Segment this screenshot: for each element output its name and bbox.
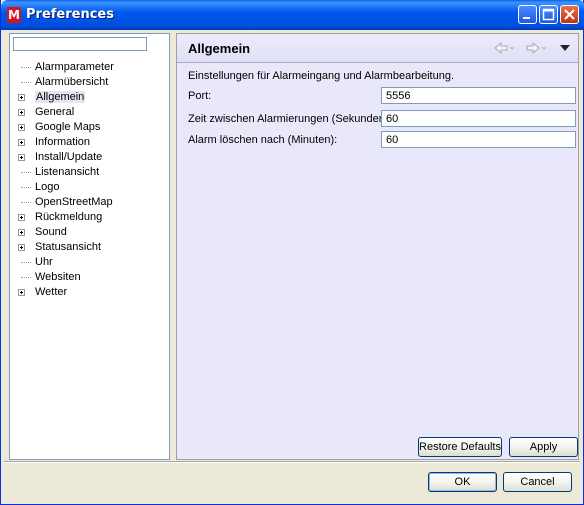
restore-defaults-button[interactable]: Restore Defaults (418, 437, 502, 457)
button-bar-separator (4, 461, 580, 463)
expand-icon[interactable] (18, 154, 25, 161)
tree-item-google-maps[interactable]: Google Maps (10, 120, 169, 135)
port-label: Port: (188, 90, 212, 102)
alarm-interval-label: Zeit zwischen Alarmierungen (Sekunden): (188, 113, 392, 125)
tree-item-label: Listenansicht (35, 166, 100, 178)
dialog-content: Alarmparameter Alarmübersicht Allgemein … (4, 30, 580, 460)
tree-connector (21, 67, 31, 68)
expand-icon[interactable] (18, 229, 25, 236)
tree-item-label: Alarmparameter (35, 61, 114, 73)
tree-item-label: Install/Update (35, 151, 103, 163)
tree-item-label: Google Maps (35, 121, 101, 133)
expand-icon[interactable] (18, 94, 25, 101)
forward-arrow-icon[interactable] (525, 41, 547, 55)
title-bar[interactable]: M Preferences (1, 0, 584, 30)
tree-item-sound[interactable]: Sound (10, 225, 169, 240)
tree-item-uhr[interactable]: Uhr (10, 255, 169, 270)
back-arrow-icon[interactable] (493, 41, 515, 55)
tree-item-label: Alarmübersicht (35, 76, 109, 88)
alarm-delete-label: Alarm löschen nach (Minuten): (188, 134, 338, 146)
expand-icon[interactable] (18, 244, 25, 251)
tree-item-alarmuebersicht[interactable]: Alarmübersicht (10, 75, 169, 90)
ok-button[interactable]: OK (428, 472, 497, 492)
tree-item-information[interactable]: Information (10, 135, 169, 150)
tree-connector (21, 262, 31, 263)
tree-item-label: Information (35, 136, 91, 148)
tree-item-statusansicht[interactable]: Statusansicht (10, 240, 169, 255)
tree-item-label: Websiten (35, 271, 81, 283)
apply-button[interactable]: Apply (509, 437, 578, 457)
filter-input[interactable] (13, 37, 147, 51)
cancel-button[interactable]: Cancel (503, 472, 572, 492)
minimize-button[interactable] (518, 5, 537, 24)
tree-item-label: Rückmeldung (35, 211, 103, 223)
close-button[interactable] (560, 5, 579, 24)
page-description: Einstellungen für Alarmeingang und Alarm… (188, 70, 455, 82)
tree-connector (21, 82, 31, 83)
tree-connector (21, 187, 31, 188)
preference-page: Allgemein Einstellungen für Alarmeingang… (176, 33, 579, 460)
preferences-tree-panel: Alarmparameter Alarmübersicht Allgemein … (9, 33, 170, 460)
tree-item-general[interactable]: General (10, 105, 169, 120)
view-menu-icon[interactable] (559, 44, 571, 52)
tree-item-label: Allgemein (35, 91, 86, 103)
tree-item-install-update[interactable]: Install/Update (10, 150, 169, 165)
expand-icon[interactable] (18, 214, 25, 221)
app-icon: M (7, 7, 21, 23)
port-input[interactable] (381, 87, 576, 104)
tree-connector (21, 202, 31, 203)
page-title: Allgemein (188, 41, 251, 56)
maximize-icon (542, 8, 555, 21)
tree-item-label: General (35, 106, 75, 118)
tree-item-label: Logo (35, 181, 60, 193)
tree-item-openstreetmap[interactable]: OpenStreetMap (10, 195, 169, 210)
tree-item-rueckmeldung[interactable]: Rückmeldung (10, 210, 169, 225)
window-title: Preferences (26, 7, 114, 22)
tree-item-label: OpenStreetMap (35, 196, 113, 208)
tree-item-label: Statusansicht (35, 241, 102, 253)
close-icon (564, 9, 575, 20)
preferences-tree: Alarmparameter Alarmübersicht Allgemein … (10, 60, 169, 300)
alarm-delete-input[interactable] (381, 131, 576, 148)
minimize-icon (523, 17, 530, 19)
tree-item-label: Wetter (35, 286, 68, 298)
tree-item-wetter[interactable]: Wetter (10, 285, 169, 300)
tree-item-logo[interactable]: Logo (10, 180, 169, 195)
tree-item-alarmparameter[interactable]: Alarmparameter (10, 60, 169, 75)
tree-connector (21, 277, 31, 278)
expand-icon[interactable] (18, 124, 25, 131)
preferences-window: M Preferences Alarmparameter Alarmübersi… (0, 0, 584, 505)
tree-item-listenansicht[interactable]: Listenansicht (10, 165, 169, 180)
tree-item-websiten[interactable]: Websiten (10, 270, 169, 285)
expand-icon[interactable] (18, 109, 25, 116)
tree-item-label: Sound (35, 226, 67, 238)
alarm-interval-input[interactable] (381, 110, 576, 127)
tree-item-label: Uhr (35, 256, 53, 268)
tree-connector (21, 172, 31, 173)
tree-item-allgemein[interactable]: Allgemein (10, 90, 169, 105)
maximize-button[interactable] (539, 5, 558, 24)
page-header: Allgemein (177, 34, 578, 63)
expand-icon[interactable] (18, 139, 25, 146)
expand-icon[interactable] (18, 289, 25, 296)
